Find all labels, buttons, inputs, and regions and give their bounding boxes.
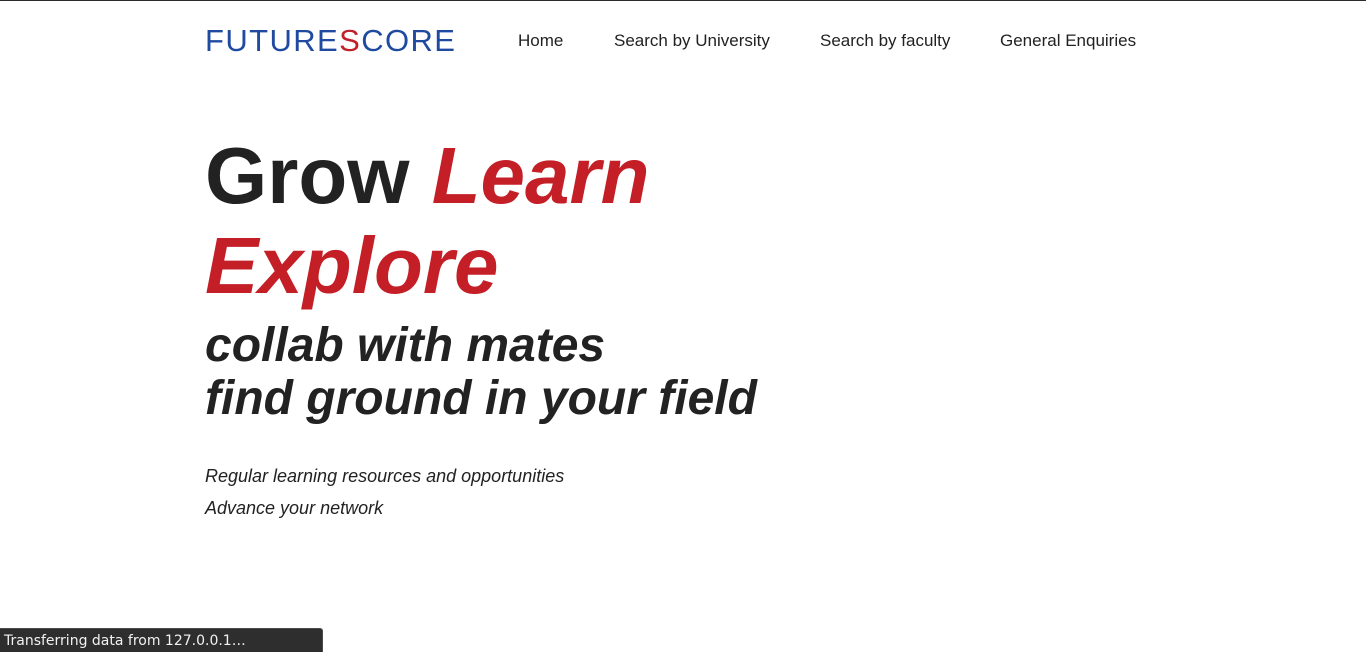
nav-link-general-enquiries[interactable]: General Enquiries bbox=[1000, 31, 1136, 51]
hero-title: Grow Learn Explore bbox=[205, 131, 965, 311]
hero-word-grow: Grow bbox=[205, 131, 410, 220]
nav-link-search-by-university[interactable]: Search by University bbox=[614, 31, 770, 51]
hero-sub-line-2: find ground in your field bbox=[205, 372, 757, 425]
brand-accent-letter: S bbox=[339, 23, 362, 58]
brand-suffix: CORE bbox=[361, 23, 457, 58]
browser-status-bar: Transferring data from 127.0.0.1… bbox=[0, 628, 323, 652]
top-border bbox=[0, 0, 1366, 1]
brand-logo[interactable]: FUTURESCORE bbox=[205, 22, 456, 60]
brand-prefix: FUTURE bbox=[205, 23, 340, 58]
nav-link-home[interactable]: Home bbox=[518, 31, 563, 51]
hero-point-network: Advance your network bbox=[205, 498, 384, 518]
hero-points: Regular learning resources and opportuni… bbox=[205, 460, 965, 524]
hero-point-resources: Regular learning resources and opportuni… bbox=[205, 466, 565, 486]
hero-sub-line-1: collab with mates bbox=[205, 319, 606, 372]
nav-link-search-by-faculty[interactable]: Search by faculty bbox=[820, 31, 950, 51]
navbar: FUTURESCORE Home Search by University Se… bbox=[205, 22, 1145, 62]
hero-word-learn: Learn bbox=[431, 131, 650, 220]
hero-section: Grow Learn Explore collab with mates fin… bbox=[205, 131, 965, 524]
hero-subheading: collab with mates find ground in your fi… bbox=[205, 319, 965, 425]
hero-word-explore: Explore bbox=[205, 221, 499, 310]
